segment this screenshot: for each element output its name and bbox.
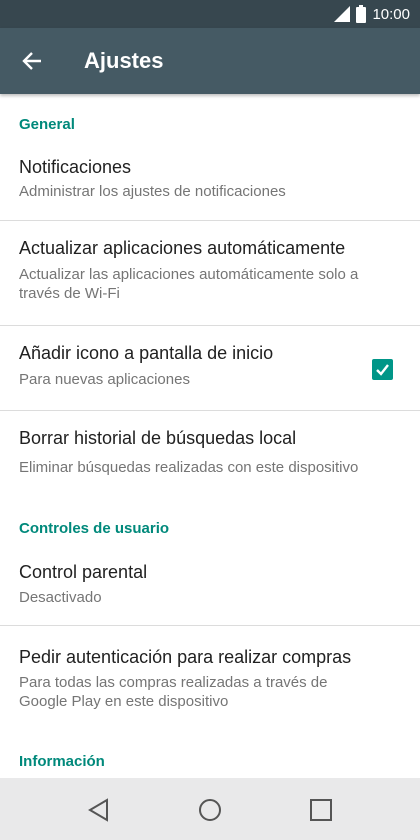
setting-add-icon[interactable]: Añadir icono a pantalla de inicio Para n… <box>0 326 420 410</box>
section-header-user-controls: Controles de usuario <box>19 520 170 537</box>
settings-list[interactable]: General Notificaciones Administrar los a… <box>0 94 420 778</box>
setting-notifications[interactable]: Notificaciones Administrar los ajustes d… <box>0 146 420 220</box>
setting-purchase-auth[interactable]: Pedir autenticación para realizar compra… <box>0 626 420 736</box>
arrow-back-icon <box>22 52 41 70</box>
setting-title: Añadir icono a pantalla de inicio <box>19 343 274 363</box>
setting-subtitle-line1: Actualizar las aplicaciones automáticame… <box>19 266 359 283</box>
section-header-info: Información <box>19 753 105 770</box>
setting-title: Actualizar aplicaciones automáticamente <box>19 238 346 258</box>
recents-square-icon <box>310 799 332 821</box>
back-triangle-icon <box>88 798 108 822</box>
setting-auto-update[interactable]: Actualizar aplicaciones automáticamente … <box>0 221 420 325</box>
nav-back-button[interactable] <box>79 790 119 830</box>
status-icons: 10:00 <box>334 0 410 28</box>
checkmark-icon <box>376 364 389 376</box>
status-bar: 10:00 <box>0 0 420 28</box>
setting-subtitle: Para nuevas aplicaciones <box>19 371 190 388</box>
setting-subtitle: Desactivado <box>19 589 102 606</box>
nav-recents-button[interactable] <box>301 790 341 830</box>
battery-icon <box>356 5 367 23</box>
nav-home-button[interactable] <box>190 790 230 830</box>
setting-title: Borrar historial de búsquedas local <box>19 428 297 448</box>
setting-subtitle: Eliminar búsquedas realizadas con este d… <box>19 459 359 476</box>
signal-icon <box>334 6 351 22</box>
setting-title: Notificaciones <box>19 157 132 177</box>
setting-clear-history[interactable]: Borrar historial de búsquedas local Elim… <box>0 411 420 489</box>
setting-subtitle: Administrar los ajustes de notificacione… <box>19 183 286 200</box>
page-title: Ajustes <box>84 48 164 73</box>
home-circle-icon <box>199 799 221 821</box>
navigation-bar <box>0 778 420 840</box>
setting-title: Pedir autenticación para realizar compra… <box>19 647 352 667</box>
setting-subtitle-line2: través de Wi-Fi <box>19 285 120 302</box>
status-time: 10:00 <box>372 5 410 23</box>
setting-subtitle-line2: Google Play en este dispositivo <box>19 693 229 710</box>
setting-parental-control[interactable]: Control parental Desactivado <box>0 548 420 625</box>
setting-subtitle-line1: Para todas las compras realizadas a trav… <box>19 674 328 691</box>
section-header-general: General <box>19 116 75 133</box>
back-button[interactable] <box>14 43 50 79</box>
setting-title: Control parental <box>19 562 148 582</box>
app-bar: Ajustes <box>0 28 420 94</box>
add-icon-checkbox[interactable] <box>372 359 393 380</box>
